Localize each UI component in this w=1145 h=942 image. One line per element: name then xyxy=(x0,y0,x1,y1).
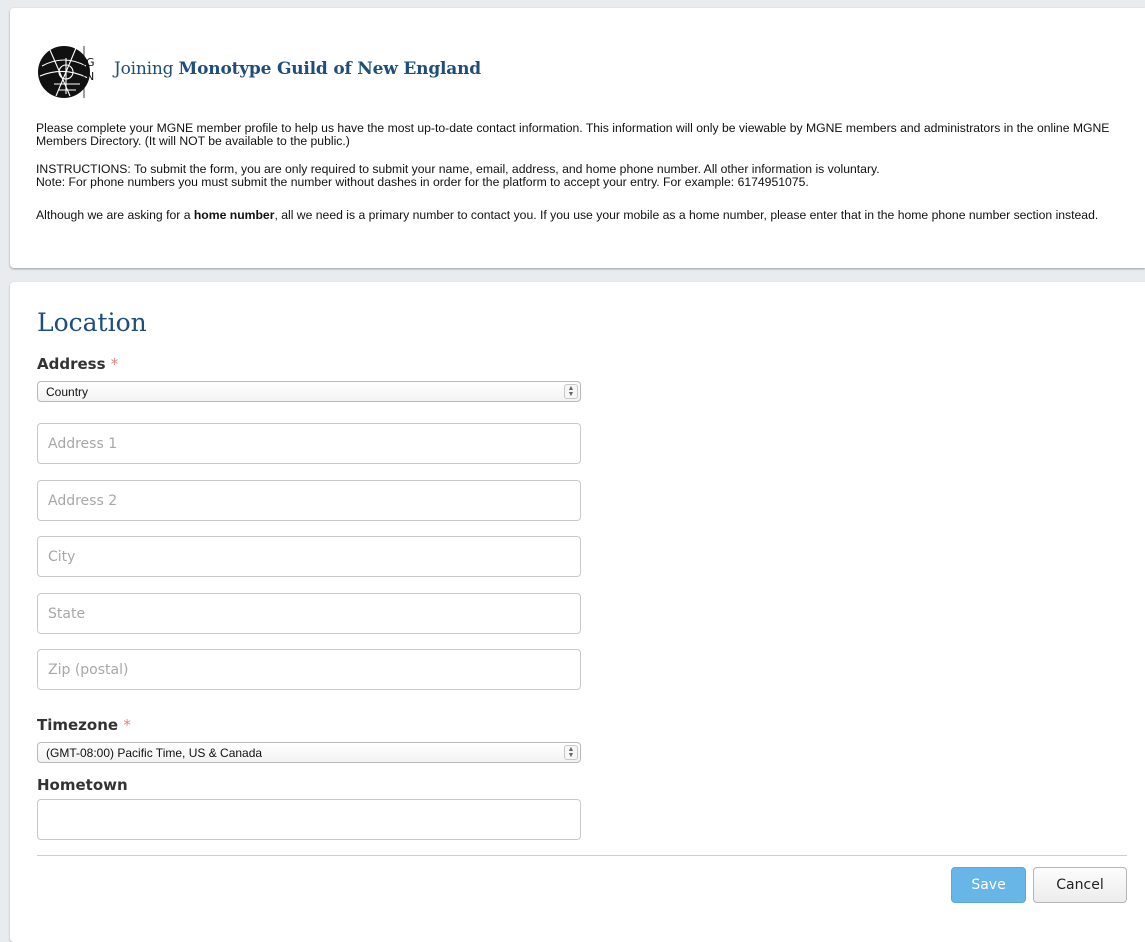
intro-paragraph: Please complete your MGNE member profile… xyxy=(36,121,1110,148)
address-label-text: Address xyxy=(37,355,106,373)
title-prefix: Joining xyxy=(114,59,174,79)
home-number-text-before: Although we are asking for a xyxy=(36,208,194,222)
org-header: G N Joining Monotype Guild of New Englan… xyxy=(36,36,481,102)
country-select-value: Country xyxy=(46,385,89,399)
home-number-emphasis: home number xyxy=(193,208,275,222)
mgne-logo: G N xyxy=(38,46,95,98)
home-number-text-after: , all we need is a primary number to con… xyxy=(274,208,1099,222)
timezone-label-text: Timezone xyxy=(37,716,119,734)
logo-letter-g: G xyxy=(86,56,95,69)
phone-note-line: Note: For phone numbers you must submit … xyxy=(36,175,809,189)
hometown-label: Hometown xyxy=(37,776,128,794)
address1-input[interactable] xyxy=(37,423,581,464)
country-select[interactable]: Country ▲ ▼ xyxy=(37,381,581,402)
location-form-card: Location Address * Country ▲▼ Timezone *… xyxy=(10,282,1145,942)
timezone-select[interactable]: (GMT-08:00) Pacific Time, US & Canada ▲ ▼ xyxy=(37,742,581,763)
org-name: Monotype Guild of New England xyxy=(178,59,482,79)
page-title: Joining Monotype Guild of New England xyxy=(114,59,481,79)
instructions-paragraph: INSTRUCTIONS: To submit the form, you ar… xyxy=(36,163,1121,189)
hometown-input[interactable] xyxy=(37,799,581,840)
save-button[interactable]: Save xyxy=(951,867,1026,903)
timezone-label: Timezone * xyxy=(37,716,131,734)
intro-card: G N Joining Monotype Guild of New Englan… xyxy=(10,8,1145,268)
address-label: Address * xyxy=(37,355,118,373)
city-input[interactable] xyxy=(37,536,581,577)
address2-input[interactable] xyxy=(37,480,581,521)
home-number-paragraph: Although we are asking for a home number… xyxy=(36,209,1121,222)
logo-letter-n: N xyxy=(86,70,94,83)
required-asterisk: * xyxy=(110,355,119,373)
select-arrows-icon: ▲ ▼ xyxy=(564,384,578,399)
instructions-line: INSTRUCTIONS: To submit the form, you ar… xyxy=(36,162,880,176)
select-arrows-icon: ▲ ▼ xyxy=(564,745,578,760)
form-divider xyxy=(37,855,1127,856)
cancel-button[interactable]: Cancel xyxy=(1033,867,1127,903)
state-input[interactable] xyxy=(37,593,581,634)
section-title: Location xyxy=(37,308,147,337)
required-asterisk: * xyxy=(123,716,131,734)
zip-input[interactable] xyxy=(37,649,581,690)
timezone-select-value: (GMT-08:00) Pacific Time, US & Canada xyxy=(46,746,263,760)
